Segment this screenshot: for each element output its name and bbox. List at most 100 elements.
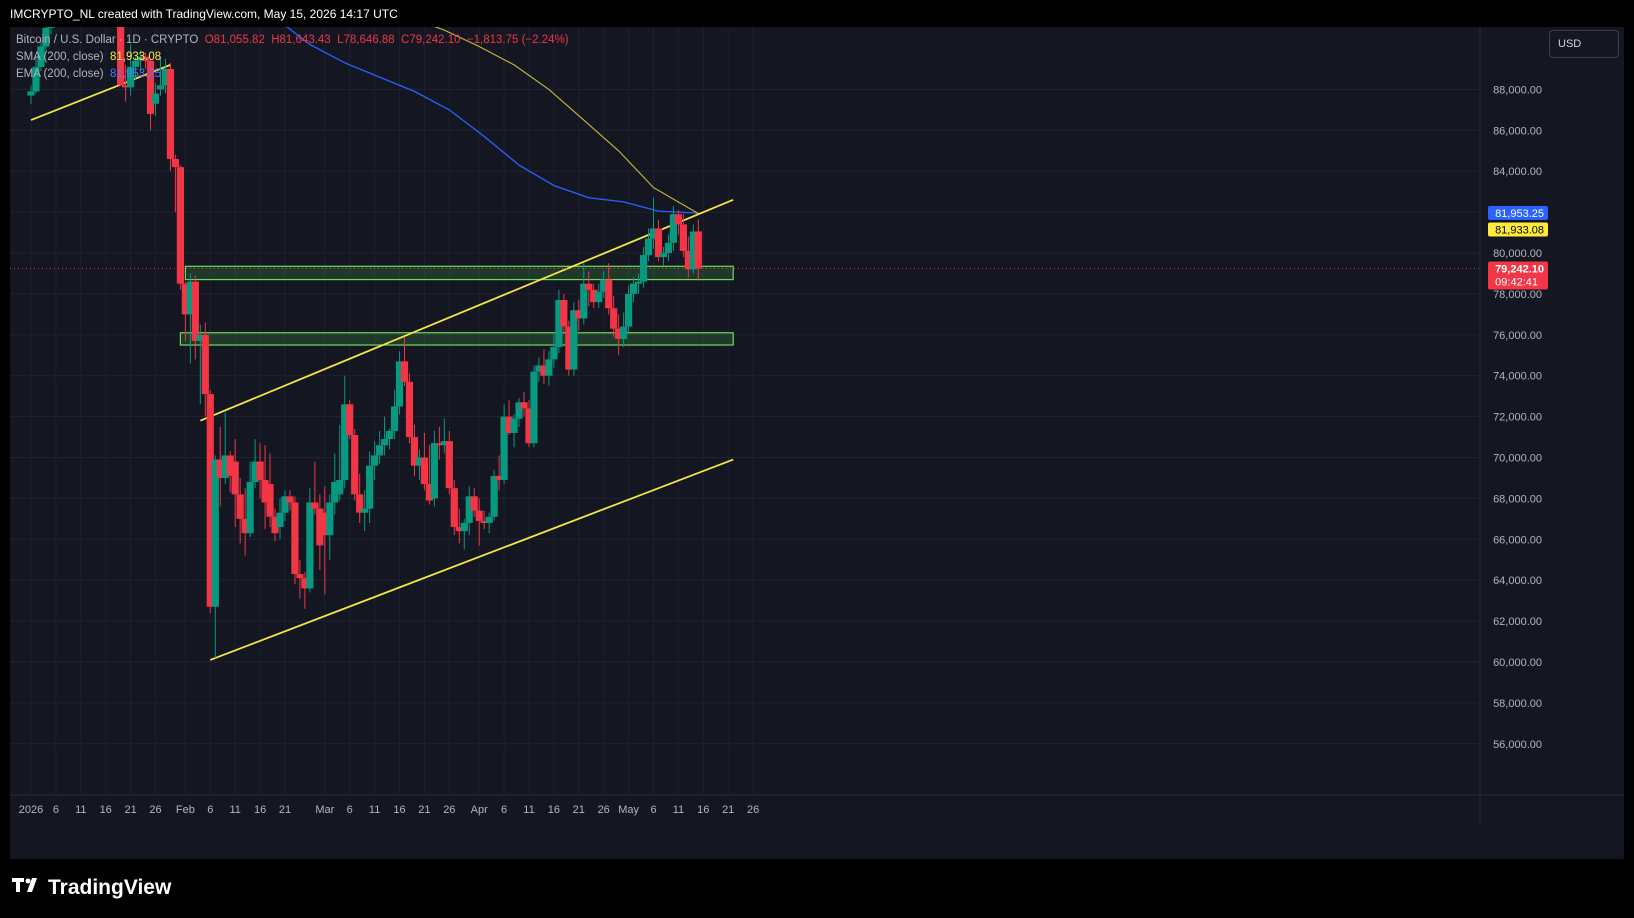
candle-body[interactable] xyxy=(595,291,603,303)
x-tick-label: 11 xyxy=(523,804,534,816)
candle-body[interactable] xyxy=(400,361,409,382)
candle-body[interactable] xyxy=(664,242,673,253)
candle-body[interactable] xyxy=(520,402,528,409)
candle-body[interactable] xyxy=(405,381,414,438)
ema-label: EMA (200, close) xyxy=(16,68,104,80)
trendline[interactable] xyxy=(209,458,734,661)
candle-body[interactable] xyxy=(530,371,538,444)
currency-button[interactable]: USD xyxy=(1549,30,1619,58)
candle-body[interactable] xyxy=(659,253,668,258)
candle-body[interactable] xyxy=(634,281,643,284)
candle-body[interactable] xyxy=(585,283,593,290)
candle-body[interactable] xyxy=(445,441,453,489)
high-value: H81,643.43 xyxy=(271,34,331,46)
candle-body[interactable] xyxy=(570,310,578,370)
y-tick-label: 64,000.00 xyxy=(1493,575,1542,587)
candle-body[interactable] xyxy=(490,475,498,517)
x-tick-label: 16 xyxy=(393,804,405,816)
sma-value: 81,933.08 xyxy=(109,51,162,63)
y-tick-label: 84,000.00 xyxy=(1493,166,1542,178)
candle-body[interactable] xyxy=(291,502,299,575)
candle-body[interactable] xyxy=(246,482,254,534)
candle-body[interactable] xyxy=(151,93,160,104)
candle-body[interactable] xyxy=(625,293,633,327)
candle-body[interactable] xyxy=(610,308,618,329)
candle-body[interactable] xyxy=(276,512,284,528)
tradingview-logo-icon xyxy=(12,876,44,900)
candle-body[interactable] xyxy=(629,283,638,294)
close-value: C79,242.10 xyxy=(401,34,461,46)
candle-body[interactable] xyxy=(475,510,483,521)
candle-body[interactable] xyxy=(620,326,628,339)
x-tick-label: 16 xyxy=(548,804,560,816)
candle-body[interactable] xyxy=(286,496,294,503)
candle-body[interactable] xyxy=(236,494,244,519)
candle-body[interactable] xyxy=(485,516,493,523)
sma-price-label: 81,933.08 xyxy=(1495,224,1544,236)
candle-body[interactable] xyxy=(311,502,319,509)
support-zone[interactable] xyxy=(184,265,734,281)
candle-body[interactable] xyxy=(460,522,468,532)
candle-body[interactable] xyxy=(654,228,663,258)
legend-sma-row[interactable]: SMA (200, close) 81,933.08 xyxy=(16,49,569,66)
candle-body[interactable] xyxy=(346,404,354,436)
candle-body[interactable] xyxy=(326,502,334,536)
candle-body[interactable] xyxy=(306,502,314,589)
candle-body[interactable] xyxy=(679,224,687,251)
candle-body[interactable] xyxy=(390,406,399,431)
y-tick-label: 72,000.00 xyxy=(1493,412,1542,424)
candle-countdown-label: 09:42:41 xyxy=(1495,276,1538,288)
candle-body[interactable] xyxy=(351,435,359,495)
candle-body[interactable] xyxy=(191,281,199,341)
legend-ema-row[interactable]: EMA (200, close) 81,953.25 xyxy=(16,66,569,83)
tradingview-branding[interactable]: TradingView xyxy=(12,876,171,900)
y-tick-label: 74,000.00 xyxy=(1493,371,1542,383)
candle-body[interactable] xyxy=(470,496,478,511)
x-tick-label: 26 xyxy=(598,804,610,816)
candle-body[interactable] xyxy=(171,158,180,168)
candle-body[interactable] xyxy=(385,430,394,440)
candle-body[interactable] xyxy=(361,508,369,513)
candle-body[interactable] xyxy=(366,465,374,509)
candle-body[interactable] xyxy=(156,85,165,90)
y-tick-label: 66,000.00 xyxy=(1493,534,1542,546)
candle-body[interactable] xyxy=(266,484,274,517)
candle-body[interactable] xyxy=(674,214,682,225)
candle-body[interactable] xyxy=(420,457,429,485)
candle-body[interactable] xyxy=(450,488,458,528)
x-tick-label: 6 xyxy=(347,804,353,816)
price-chart[interactable]: 88,000.0086,000.0084,000.0082,000.0080,0… xyxy=(0,0,1634,918)
candle-body[interactable] xyxy=(296,574,304,579)
x-tick-label: 16 xyxy=(254,804,266,816)
candle-body[interactable] xyxy=(430,443,438,499)
candle-body[interactable] xyxy=(545,359,553,376)
candle-body[interactable] xyxy=(231,461,239,495)
candle-body[interactable] xyxy=(201,334,209,395)
candle-body[interactable] xyxy=(47,0,55,29)
x-tick-label: 6 xyxy=(650,804,656,816)
change-value: −1,813.75 (−2.24%) xyxy=(466,34,569,46)
candle-body[interactable] xyxy=(336,479,344,495)
candle-body[interactable] xyxy=(27,91,35,96)
legend-symbol-row: Bitcoin / U.S. Dollar · 1D · CRYPTO O81,… xyxy=(16,32,569,49)
candle-body[interactable] xyxy=(510,418,518,433)
x-tick-label: 11 xyxy=(673,804,684,816)
sma-label: SMA (200, close) xyxy=(16,51,104,63)
candle-body[interactable] xyxy=(380,439,389,446)
symbol-name[interactable]: Bitcoin / U.S. Dollar · 1D · CRYPTO xyxy=(16,34,198,46)
y-tick-label: 80,000.00 xyxy=(1493,248,1542,260)
candle-body[interactable] xyxy=(639,255,648,282)
candle-body[interactable] xyxy=(256,461,264,480)
candle-body[interactable] xyxy=(211,459,219,607)
candle-body[interactable] xyxy=(605,279,613,309)
candle-body[interactable] xyxy=(550,347,558,360)
support-zone[interactable] xyxy=(179,332,734,346)
candle-body[interactable] xyxy=(376,445,384,456)
support-zones xyxy=(179,265,734,346)
candle-body[interactable] xyxy=(694,231,702,269)
candle-body[interactable] xyxy=(371,455,379,466)
candle-body[interactable] xyxy=(644,238,653,256)
grid-lines xyxy=(10,27,1480,795)
candle-body[interactable] xyxy=(176,167,184,284)
candle-body[interactable] xyxy=(560,300,568,327)
